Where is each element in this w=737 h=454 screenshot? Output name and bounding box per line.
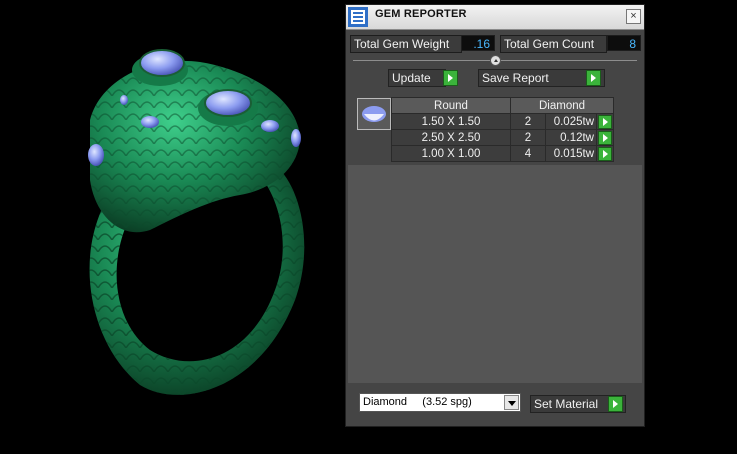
chevron-down-icon[interactable] bbox=[504, 395, 519, 410]
row-count: 4 bbox=[510, 145, 546, 162]
update-button-label: Update bbox=[392, 71, 431, 85]
header-material: Diamond bbox=[510, 97, 614, 114]
gem-table: Round Diamond 1.50 X 1.50 2 0.025tw 2.50… bbox=[391, 97, 614, 162]
set-material-button-label: Set Material bbox=[534, 397, 599, 411]
table-row[interactable]: 1.00 X 1.00 4 0.015tw bbox=[391, 145, 614, 162]
total-gem-count-value: 8 bbox=[607, 35, 641, 51]
total-gem-count-label: Total Gem Count bbox=[500, 35, 607, 53]
row-weight: 0.025tw bbox=[545, 113, 597, 130]
row-weight: 0.015tw bbox=[545, 145, 597, 162]
collapse-toggle-icon[interactable] bbox=[490, 55, 501, 66]
gem-reporter-app-icon bbox=[348, 7, 368, 27]
material-select-value: Diamond (3.52 spg) bbox=[363, 396, 472, 408]
material-select[interactable]: Diamond (3.52 spg) bbox=[359, 393, 521, 412]
play-arrow-icon bbox=[586, 70, 601, 86]
row-size: 1.00 X 1.00 bbox=[391, 145, 511, 162]
gem-reporter-panel: GEM REPORTER × Total Gem Weight .16 Tota… bbox=[345, 4, 645, 427]
round-gem-icon bbox=[362, 106, 386, 122]
save-report-button-label: Save Report bbox=[482, 71, 549, 85]
header-shape: Round bbox=[391, 97, 511, 114]
gem-list-area[interactable] bbox=[348, 165, 642, 383]
row-count: 2 bbox=[510, 129, 546, 146]
row-count: 2 bbox=[510, 113, 546, 130]
material-bar: Diamond (3.52 spg) Set Material bbox=[346, 385, 644, 426]
row-size: 1.50 X 1.50 bbox=[391, 113, 511, 130]
window-title: GEM REPORTER bbox=[375, 8, 467, 20]
row-size: 2.50 X 2.50 bbox=[391, 129, 511, 146]
table-row[interactable]: 2.50 X 2.50 2 0.12tw bbox=[391, 129, 614, 146]
row-weight: 0.12tw bbox=[545, 129, 597, 146]
3d-viewport[interactable] bbox=[0, 0, 345, 454]
total-gem-weight-value: .16 bbox=[461, 35, 495, 51]
update-button[interactable]: Update bbox=[388, 69, 458, 87]
close-button[interactable]: × bbox=[626, 9, 641, 24]
row-select-arrow-icon[interactable] bbox=[598, 114, 612, 129]
row-select-arrow-icon[interactable] bbox=[598, 146, 612, 161]
table-row[interactable]: 1.50 X 1.50 2 0.025tw bbox=[391, 113, 614, 130]
ring-render bbox=[88, 49, 305, 395]
title-bar[interactable]: GEM REPORTER × bbox=[346, 5, 644, 30]
play-arrow-icon bbox=[443, 70, 458, 86]
total-gem-weight-label: Total Gem Weight bbox=[350, 35, 462, 53]
save-report-button[interactable]: Save Report bbox=[478, 69, 605, 87]
gem-shape-thumbnail[interactable] bbox=[357, 98, 391, 130]
play-arrow-icon bbox=[608, 396, 623, 412]
set-material-button[interactable]: Set Material bbox=[530, 395, 626, 413]
row-select-arrow-icon[interactable] bbox=[598, 130, 612, 145]
